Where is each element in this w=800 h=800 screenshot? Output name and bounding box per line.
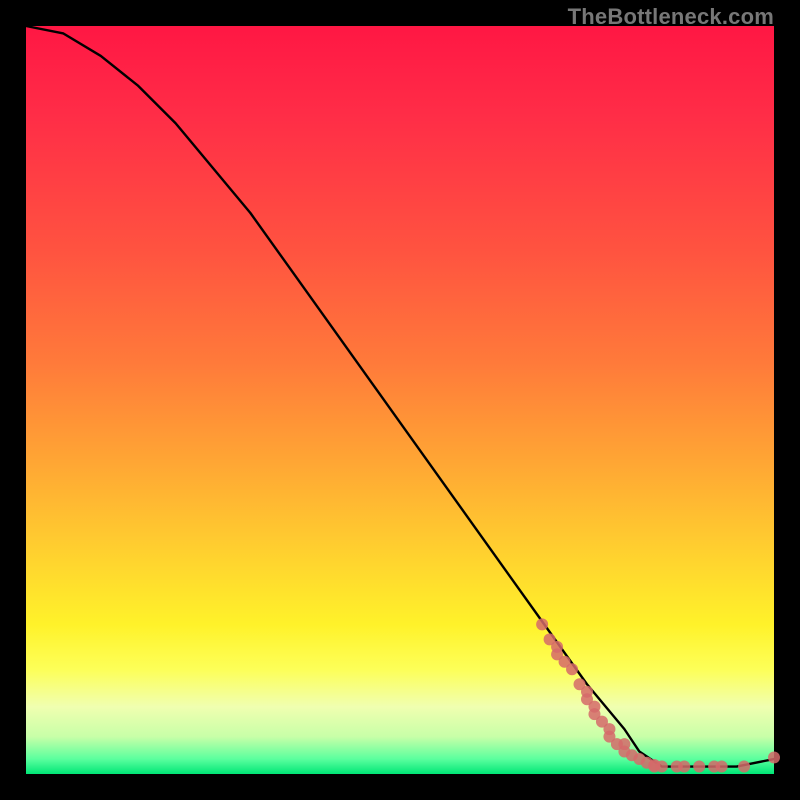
scatter-dot [716,761,728,773]
plot-area [26,26,774,774]
bottleneck-curve [26,26,774,767]
scatter-dot [678,761,690,773]
chart-svg [26,26,774,774]
scatter-points [536,618,780,772]
chart-stage: TheBottleneck.com [0,0,800,800]
scatter-dot [738,761,750,773]
scatter-dot [536,618,548,630]
scatter-dot [566,663,578,675]
scatter-dot [768,752,780,764]
scatter-dot [693,761,705,773]
scatter-dot [656,761,668,773]
